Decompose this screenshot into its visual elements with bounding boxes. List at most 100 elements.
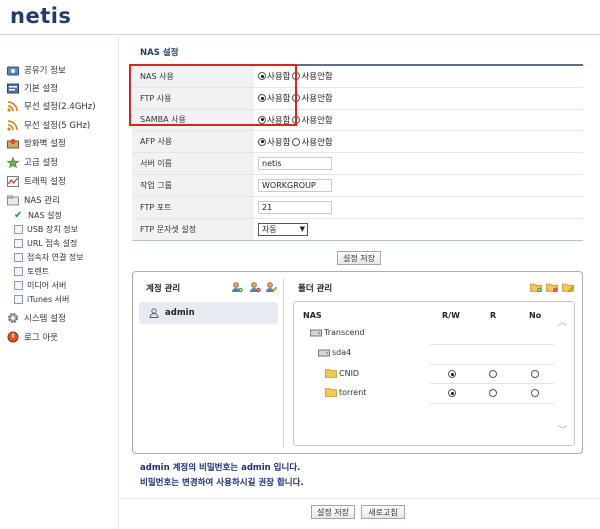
cnid-rw-radio[interactable] — [448, 370, 456, 378]
column-header-r: R — [490, 311, 497, 320]
sidebar-item-label: NAS 관리 — [24, 196, 60, 206]
tree-item-label: CNID — [339, 368, 360, 378]
folder-panel-title: 폴더 관리 — [298, 284, 333, 294]
afp-use-off-radio[interactable]: 사용안함 — [292, 136, 333, 148]
delete-user-icon[interactable] — [249, 281, 261, 297]
sidebar-item-wifi-5[interactable]: 무선 설정(5 GHz) — [6, 118, 90, 132]
sidebar-item-system[interactable]: 시스템 설정 — [6, 311, 66, 325]
sidebar-sub-torrent[interactable]: 토렌트 — [14, 265, 49, 277]
torrent-no-radio[interactable] — [531, 389, 539, 397]
sidebar-sub-connection-info[interactable]: 접속자 연결 정보 — [14, 251, 84, 263]
samba-use-off-radio[interactable]: 사용안함 — [292, 114, 333, 126]
folder-icon — [325, 369, 337, 378]
sidebar-sub-media-server[interactable]: 미디어 서버 — [14, 279, 66, 291]
row-divider — [430, 344, 554, 345]
scroll-down-icon[interactable]: ﹀ — [558, 423, 567, 436]
sidebar-item-logout[interactable]: 로그 아웃 — [6, 330, 58, 344]
router-info-icon — [6, 64, 19, 76]
field-label: FTP 사용 — [132, 87, 254, 109]
sidebar-sub-label: 미디어 서버 — [27, 280, 67, 290]
tree-item-transcend[interactable]: Transcend — [310, 328, 365, 337]
workgroup-input[interactable]: WORKGROUP — [258, 178, 332, 192]
ftp-charset-select[interactable]: 자동 ▼ — [258, 222, 308, 236]
field-label: SAMBA 사용 — [132, 109, 254, 131]
ftp-use-radio-group: 사용함 사용안함 — [254, 88, 583, 109]
radio-unchecked[interactable] — [292, 115, 301, 124]
add-folder-icon[interactable] — [530, 281, 542, 297]
save-button[interactable]: 설정 저장 — [311, 505, 355, 519]
sidebar-sub-label: USB 장치 정보 — [27, 224, 78, 234]
sidebar-item-nas[interactable]: NAS 관리 — [6, 193, 60, 207]
field-label: NAS 사용 — [132, 66, 254, 87]
tree-item-torrent[interactable]: torrent — [325, 387, 366, 397]
ftp-use-on-radio[interactable]: 사용함 — [258, 92, 290, 104]
folder-icon — [325, 388, 337, 397]
torrent-rw-radio[interactable] — [448, 389, 456, 397]
sidebar-sub-usb-info[interactable]: USB 장치 정보 — [14, 223, 78, 235]
sidebar-item-label: 방화벽 설정 — [24, 139, 66, 149]
ftp-port-input[interactable]: 21 — [258, 200, 332, 214]
sidebar-sub-url-access[interactable]: URL 접속 설정 — [14, 237, 77, 249]
user-list-item[interactable]: admin — [139, 302, 278, 324]
tree-item-label: torrent — [339, 387, 367, 397]
tree-item-cnid[interactable]: CNID — [325, 368, 359, 378]
refresh-button[interactable]: 새로고침 — [361, 505, 405, 519]
password-note-1: admin 계정의 비밀번호는 admin 입니다. — [140, 463, 301, 473]
radio-label: 사용함 — [267, 137, 291, 148]
edit-user-icon[interactable] — [265, 281, 278, 297]
row-nas-use: NAS 사용 사용함 사용안함 — [132, 66, 583, 88]
save-settings-button[interactable]: 설정 저장 — [337, 251, 381, 265]
folder-scrollbar[interactable]: ︿ ﹀ — [556, 309, 570, 439]
sidebar-sub-nas-settings[interactable]: ✔ NAS 설정 — [14, 209, 62, 221]
nas-use-off-radio[interactable]: 사용안함 — [292, 70, 333, 82]
afp-use-on-radio[interactable]: 사용함 — [258, 136, 290, 148]
header-divider — [0, 34, 600, 35]
sidebar-sub-label: 접속자 연결 정보 — [27, 252, 84, 262]
select-value: 자동 — [262, 224, 277, 234]
row-ftp-charset: FTP 문자셋 설정 자동 ▼ — [132, 218, 583, 241]
chevron-down-icon: ▼ — [299, 225, 305, 234]
user-icon — [149, 308, 159, 318]
radio-unchecked[interactable] — [292, 72, 301, 81]
add-user-icon[interactable] — [231, 281, 243, 297]
radio-checked[interactable] — [258, 72, 266, 81]
radio-checked[interactable] — [258, 137, 266, 146]
sidebar-item-router-info[interactable]: 공유기 정보 — [6, 63, 66, 77]
scroll-up-icon[interactable]: ︿ — [558, 315, 567, 328]
radio-checked[interactable] — [258, 94, 266, 103]
field-label: 작업 그룹 — [132, 174, 254, 196]
sidebar-item-label: 무선 설정(5 GHz) — [24, 121, 91, 131]
cnid-no-radio[interactable] — [531, 370, 539, 378]
column-header-no: No — [529, 311, 542, 320]
sidebar-sub-itunes-server[interactable]: iTunes 서버 — [14, 293, 69, 305]
tree-item-sda4[interactable]: sda4 — [318, 348, 351, 357]
cnid-r-radio[interactable] — [489, 370, 497, 378]
sidebar-item-advanced[interactable]: 고급 설정 — [6, 155, 58, 169]
samba-use-radio-group: 사용함 사용안함 — [254, 110, 583, 131]
field-label: FTP 문자셋 설정 — [132, 218, 254, 241]
sidebar-item-basic-settings[interactable]: 기본 설정 — [6, 81, 58, 95]
samba-use-on-radio[interactable]: 사용함 — [258, 114, 290, 126]
delete-folder-icon[interactable] — [546, 281, 558, 297]
ftp-use-off-radio[interactable]: 사용안함 — [292, 92, 333, 104]
page-icon — [14, 252, 23, 262]
radio-unchecked[interactable] — [292, 94, 301, 103]
sidebar-item-firewall[interactable]: 방화벽 설정 — [6, 136, 66, 150]
row-ftp-port: FTP 포트 21 — [132, 196, 583, 219]
server-name-input[interactable]: netis — [258, 157, 332, 171]
radio-label: 사용함 — [267, 115, 291, 126]
torrent-r-radio[interactable] — [489, 389, 497, 397]
sidebar-item-wifi-24[interactable]: 무선 설정(2.4GHz) — [6, 99, 96, 113]
radio-unchecked[interactable] — [292, 137, 301, 146]
radio-checked[interactable] — [258, 115, 266, 124]
column-header-rw: R/W — [442, 311, 460, 320]
basic-settings-icon — [6, 82, 19, 94]
netis-logo[interactable]: netis — [10, 4, 71, 28]
nas-use-on-radio[interactable]: 사용함 — [258, 70, 290, 82]
sidebar-item-traffic[interactable]: 트래픽 설정 — [6, 174, 66, 188]
sidebar-item-label: 공유기 정보 — [24, 66, 66, 76]
field-label: FTP 포트 — [132, 196, 254, 218]
row-divider — [430, 383, 554, 384]
sidebar-sub-label: 토렌트 — [27, 266, 50, 276]
edit-folder-icon[interactable] — [562, 281, 575, 297]
